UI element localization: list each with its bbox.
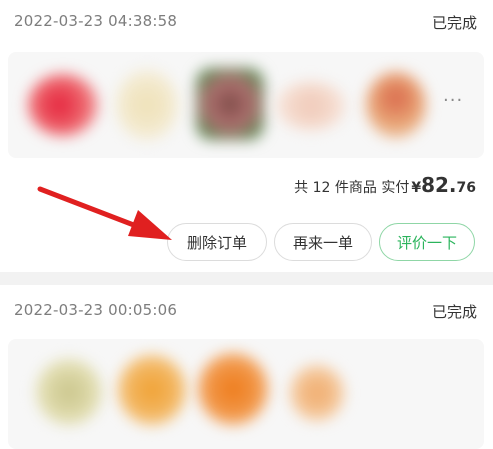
order-list-page: 2022-03-23 04:38:58 已完成 ··· 共 12 件商品 实付 ¥…	[0, 0, 493, 449]
annotation-arrow	[37, 186, 172, 240]
